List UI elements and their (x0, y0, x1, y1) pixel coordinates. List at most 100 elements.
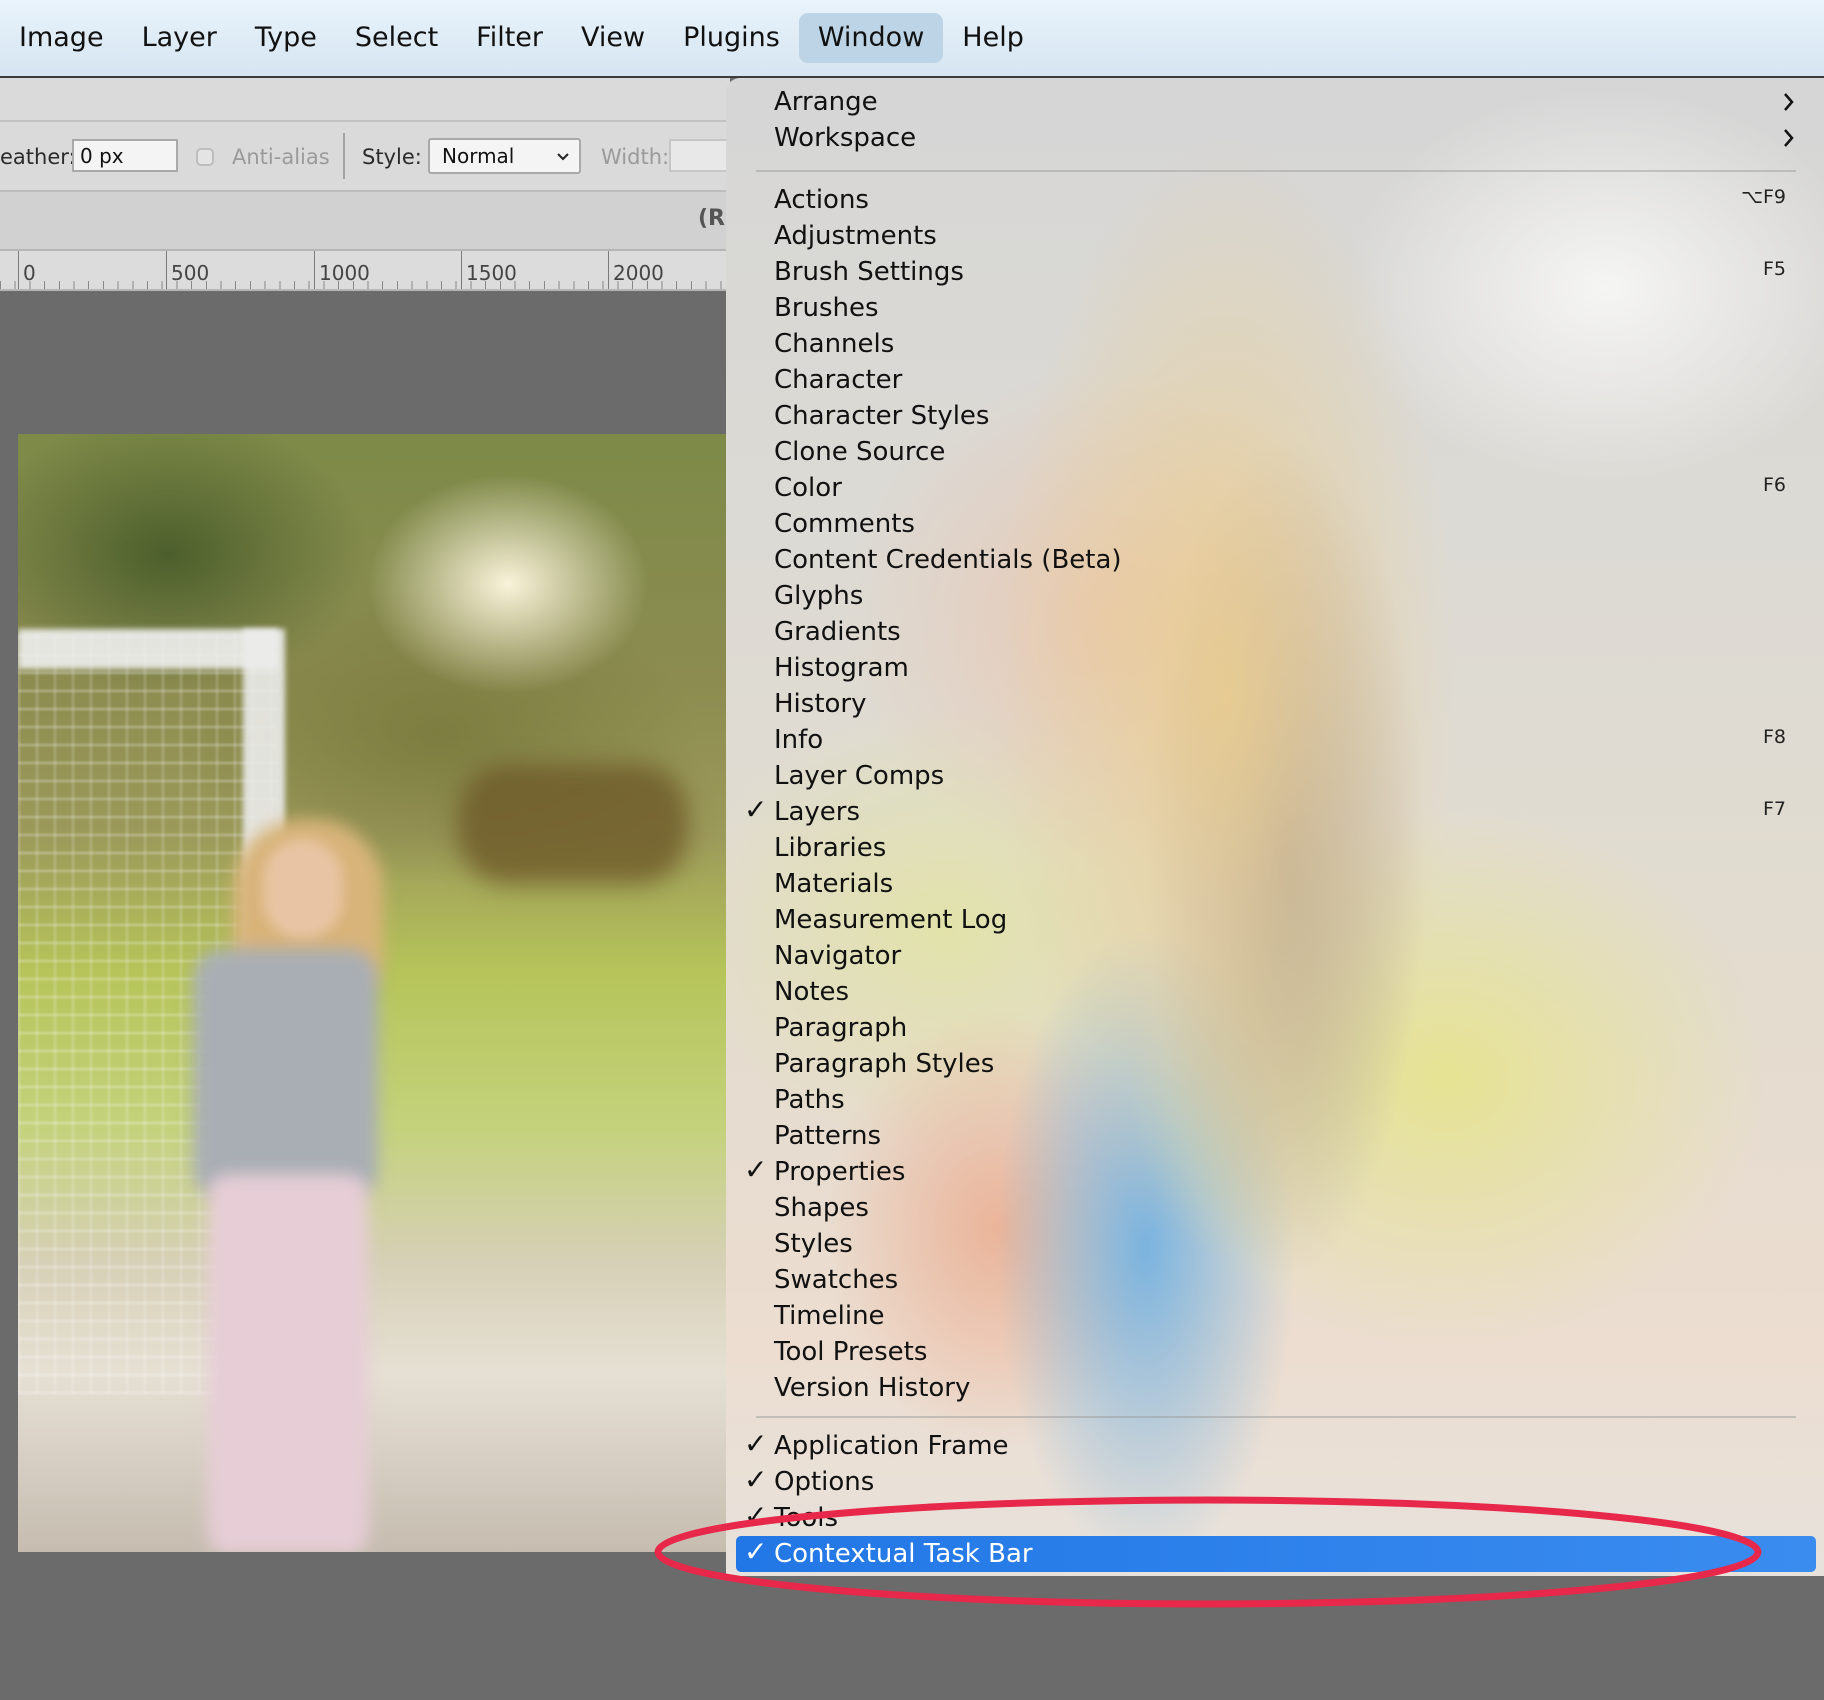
window-menu-item-adjustments[interactable]: Adjustments (726, 218, 1824, 254)
ruler-label: 0 (23, 261, 36, 285)
window-menu-item-brushes[interactable]: Brushes (726, 290, 1824, 326)
menu-item-label: Histogram (774, 653, 909, 683)
window-menu-item-navigator[interactable]: Navigator (726, 938, 1824, 974)
window-menu-item-actions[interactable]: Actions ⌥F9 (726, 182, 1824, 218)
window-menu-item-paragraph[interactable]: Paragraph (726, 1010, 1824, 1046)
window-menu-item-swatches[interactable]: Swatches (726, 1262, 1824, 1298)
window-menu-item-tools[interactable]: ✓ Tools (726, 1499, 1824, 1536)
menu-item-label: Paths (774, 1085, 845, 1115)
window-menu-item-tool-presets[interactable]: Tool Presets (726, 1334, 1824, 1370)
menu-help[interactable]: Help (943, 13, 1043, 63)
menu-item-label: Content Credentials (Beta) (774, 545, 1122, 575)
window-menu-item-clone-source[interactable]: Clone Source (726, 434, 1824, 470)
ruler-major-tick (18, 251, 19, 289)
feather-input[interactable]: 0 px (72, 139, 178, 172)
window-menu-item-application-frame[interactable]: ✓ Application Frame (726, 1427, 1824, 1464)
window-menu-item-history[interactable]: History (726, 686, 1824, 722)
document-tab-label[interactable]: (R (698, 206, 725, 231)
window-menu-item-workspace[interactable]: Workspace (726, 120, 1824, 156)
window-menu-item-layers[interactable]: ✓ Layers F7 (726, 793, 1824, 830)
window-menu-item-contextual-task-bar[interactable]: ✓ Contextual Task Bar (736, 1535, 1816, 1572)
ruler-label: 500 (171, 261, 210, 285)
window-menu-item-histogram[interactable]: Histogram (726, 650, 1824, 686)
window-menu-item-gradients[interactable]: Gradients (726, 614, 1824, 650)
window-menu-item-measurement-log[interactable]: Measurement Log (726, 902, 1824, 938)
ruler-major-tick (314, 251, 315, 289)
style-select-value: Normal (442, 144, 515, 168)
menu-item-label: Shapes (774, 1193, 869, 1223)
options-separator (343, 133, 345, 179)
photo-goal-crossbar (18, 629, 278, 669)
menu-item-label: Adjustments (774, 221, 937, 251)
menu-item-label: Layer Comps (774, 761, 945, 791)
menu-layer[interactable]: Layer (123, 13, 236, 63)
window-menu-item-layer-comps[interactable]: Layer Comps (726, 758, 1824, 794)
menu-image[interactable]: Image (0, 13, 123, 63)
menu-item-label: Character (774, 365, 903, 395)
menu-filter[interactable]: Filter (457, 13, 562, 63)
window-menu-item-notes[interactable]: Notes (726, 974, 1824, 1010)
menu-item-label: Tools (774, 1503, 839, 1533)
ruler-major-tick (608, 251, 609, 289)
menu-item-label: Clone Source (774, 437, 946, 467)
style-select[interactable]: Normal (428, 138, 581, 174)
window-menu-item-shapes[interactable]: Shapes (726, 1190, 1824, 1226)
menu-item-label: Swatches (774, 1265, 899, 1295)
menu-separator (756, 1416, 1796, 1418)
anti-alias-checkbox[interactable] (196, 148, 214, 166)
horizontal-ruler: 0 500 1000 1500 2000 (0, 249, 730, 291)
window-menu-item-character-styles[interactable]: Character Styles (726, 398, 1824, 434)
window-menu-item-patterns[interactable]: Patterns (726, 1118, 1824, 1154)
window-menu-item-timeline[interactable]: Timeline (726, 1298, 1824, 1334)
ruler-label: 1000 (319, 261, 370, 285)
window-menu-item-options[interactable]: ✓ Options (726, 1463, 1824, 1500)
menu-select[interactable]: Select (336, 13, 457, 63)
window-menu-item-character[interactable]: Character (726, 362, 1824, 398)
menu-item-label: Glyphs (774, 581, 864, 611)
menu-item-label: Paragraph Styles (774, 1049, 995, 1079)
window-menu-item-properties[interactable]: ✓ Properties (726, 1153, 1824, 1190)
window-menu-item-materials[interactable]: Materials (726, 866, 1824, 902)
window-menu-item-info[interactable]: Info F8 (726, 722, 1824, 758)
menu-window[interactable]: Window (798, 13, 944, 63)
window-menu-item-styles[interactable]: Styles (726, 1226, 1824, 1262)
window-menu-item-channels[interactable]: Channels (726, 326, 1824, 362)
window-menu-item-content-credentials-beta[interactable]: Content Credentials (Beta) (726, 542, 1824, 578)
window-menu-item-version-history[interactable]: Version History (726, 1370, 1824, 1406)
chevron-right-icon (1784, 129, 1794, 147)
menu-item-label: Brushes (774, 293, 879, 323)
anti-alias-label: Anti-alias (232, 145, 330, 169)
window-menu-item-glyphs[interactable]: Glyphs (726, 578, 1824, 614)
menu-item-label: Info (774, 725, 824, 755)
menu-item-label: Brush Settings (774, 257, 964, 287)
window-menu-item-brush-settings[interactable]: Brush Settings F5 (726, 254, 1824, 290)
menu-item-label: Patterns (774, 1121, 882, 1151)
checkmark-icon: ✓ (744, 1153, 768, 1186)
photo-person-face (263, 839, 343, 939)
menu-view[interactable]: View (562, 13, 664, 63)
options-bar (0, 78, 730, 190)
menu-separator (756, 170, 1796, 172)
menu-item-label: Properties (774, 1157, 906, 1187)
menu-item-shortcut: F7 (1762, 798, 1786, 820)
window-menu-item-libraries[interactable]: Libraries (726, 830, 1824, 866)
menu-type[interactable]: Type (236, 13, 336, 63)
window-menu-item-color[interactable]: Color F6 (726, 470, 1824, 506)
menu-item-label: Layers (774, 797, 861, 827)
menu-item-label: Materials (774, 869, 894, 899)
menu-plugins[interactable]: Plugins (664, 13, 799, 63)
style-label: Style: (362, 145, 422, 169)
window-menu-item-arrange[interactable]: Arrange (726, 84, 1824, 120)
menu-item-label: Navigator (774, 941, 902, 971)
window-menu-item-paragraph-styles[interactable]: Paragraph Styles (726, 1046, 1824, 1082)
canvas-photo[interactable] (18, 434, 730, 1552)
window-menu-item-paths[interactable]: Paths (726, 1082, 1824, 1118)
menu-item-label: Styles (774, 1229, 853, 1259)
width-input[interactable] (669, 139, 730, 172)
chevron-right-icon (1784, 93, 1794, 111)
window-menu-item-comments[interactable]: Comments (726, 506, 1824, 542)
menu-item-label: Libraries (774, 833, 887, 863)
menu-item-label: Tool Presets (774, 1337, 928, 1367)
ruler-major-tick (166, 251, 167, 289)
menu-item-label: Color (774, 473, 842, 503)
